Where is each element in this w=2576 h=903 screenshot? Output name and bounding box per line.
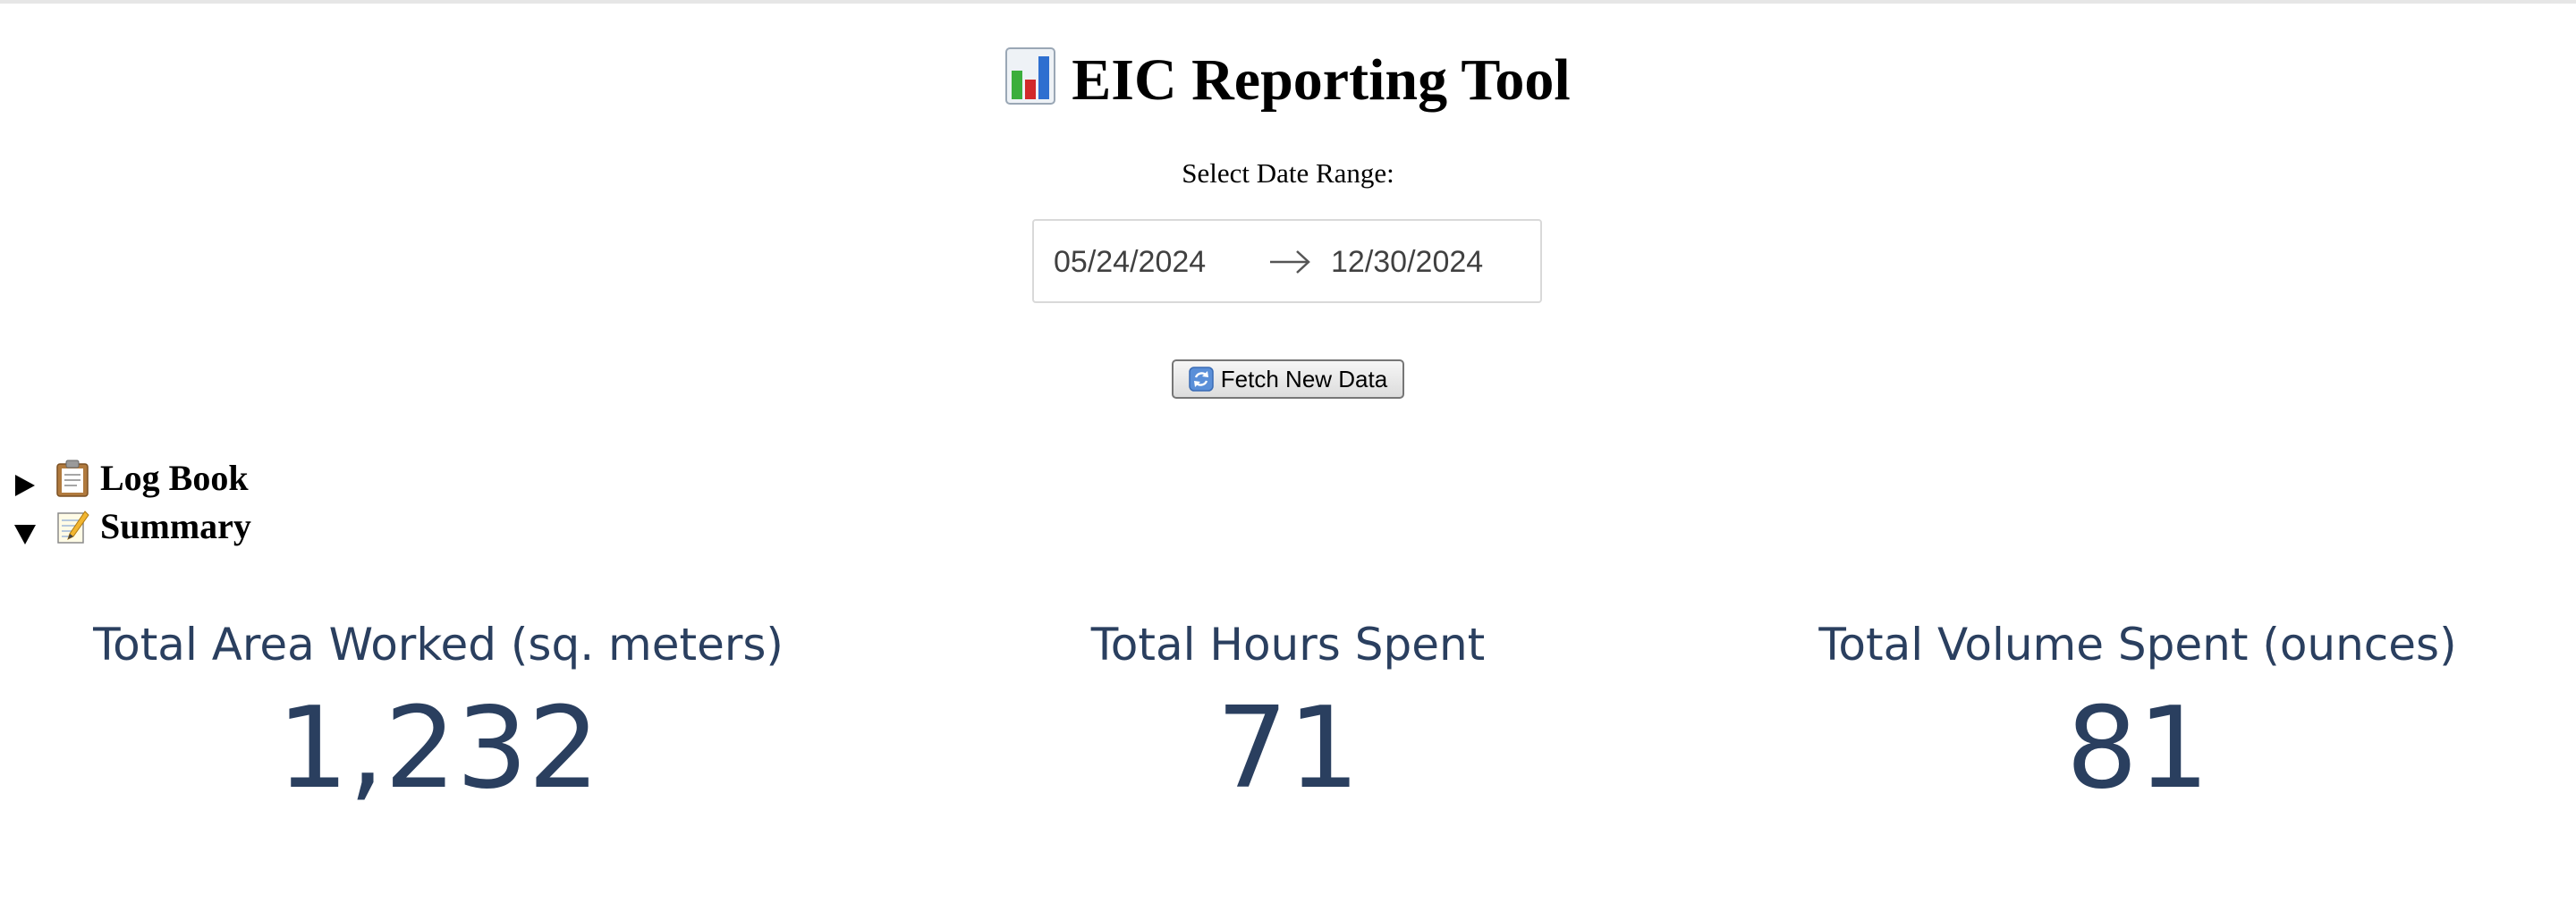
- log-book-toggle[interactable]: Log Book: [13, 456, 249, 501]
- fetch-button-label: Fetch New Data: [1220, 365, 1388, 392]
- date-range-label: Select Date Range:: [1182, 157, 1394, 189]
- summary-label: Summary: [100, 506, 251, 546]
- metric-label: Total Volume Spent (ounces): [1818, 619, 2457, 671]
- metric-label: Total Hours Spent: [1090, 619, 1486, 671]
- metric-label: Total Area Worked (sq. meters): [93, 619, 784, 671]
- expanded-triangle-icon: [13, 513, 38, 544]
- end-date-input[interactable]: 12/30/2024: [1331, 244, 1483, 280]
- metric-total-area: Total Area Worked (sq. meters) 1,232: [36, 613, 841, 815]
- page-title-text: EIC Reporting Tool: [1072, 47, 1571, 113]
- log-book-label: Log Book: [100, 458, 249, 498]
- clipboard-icon: [55, 460, 89, 497]
- metric-total-hours: Total Hours Spent 71: [886, 613, 1690, 815]
- fetch-new-data-button[interactable]: Fetch New Data: [1172, 359, 1404, 399]
- top-border: [0, 0, 2576, 4]
- metric-value: 71: [1216, 682, 1360, 814]
- metric-value: 81: [2065, 682, 2210, 814]
- right-arrow-icon: [1268, 246, 1311, 278]
- refresh-icon: [1189, 367, 1214, 392]
- metric-value: 1,232: [276, 682, 600, 814]
- bar-chart-icon: [1005, 47, 1056, 122]
- memo-icon: [55, 508, 89, 545]
- page-title: EIC Reporting Tool: [0, 45, 2576, 122]
- summary-toggle[interactable]: Summary: [13, 504, 251, 549]
- metric-total-volume: Total Volume Spent (ounces) 81: [1735, 613, 2540, 815]
- start-date-input[interactable]: 05/24/2024: [1054, 244, 1206, 280]
- collapsed-triangle-icon: [13, 465, 38, 496]
- date-range-picker[interactable]: 05/24/2024 12/30/2024: [1032, 219, 1542, 303]
